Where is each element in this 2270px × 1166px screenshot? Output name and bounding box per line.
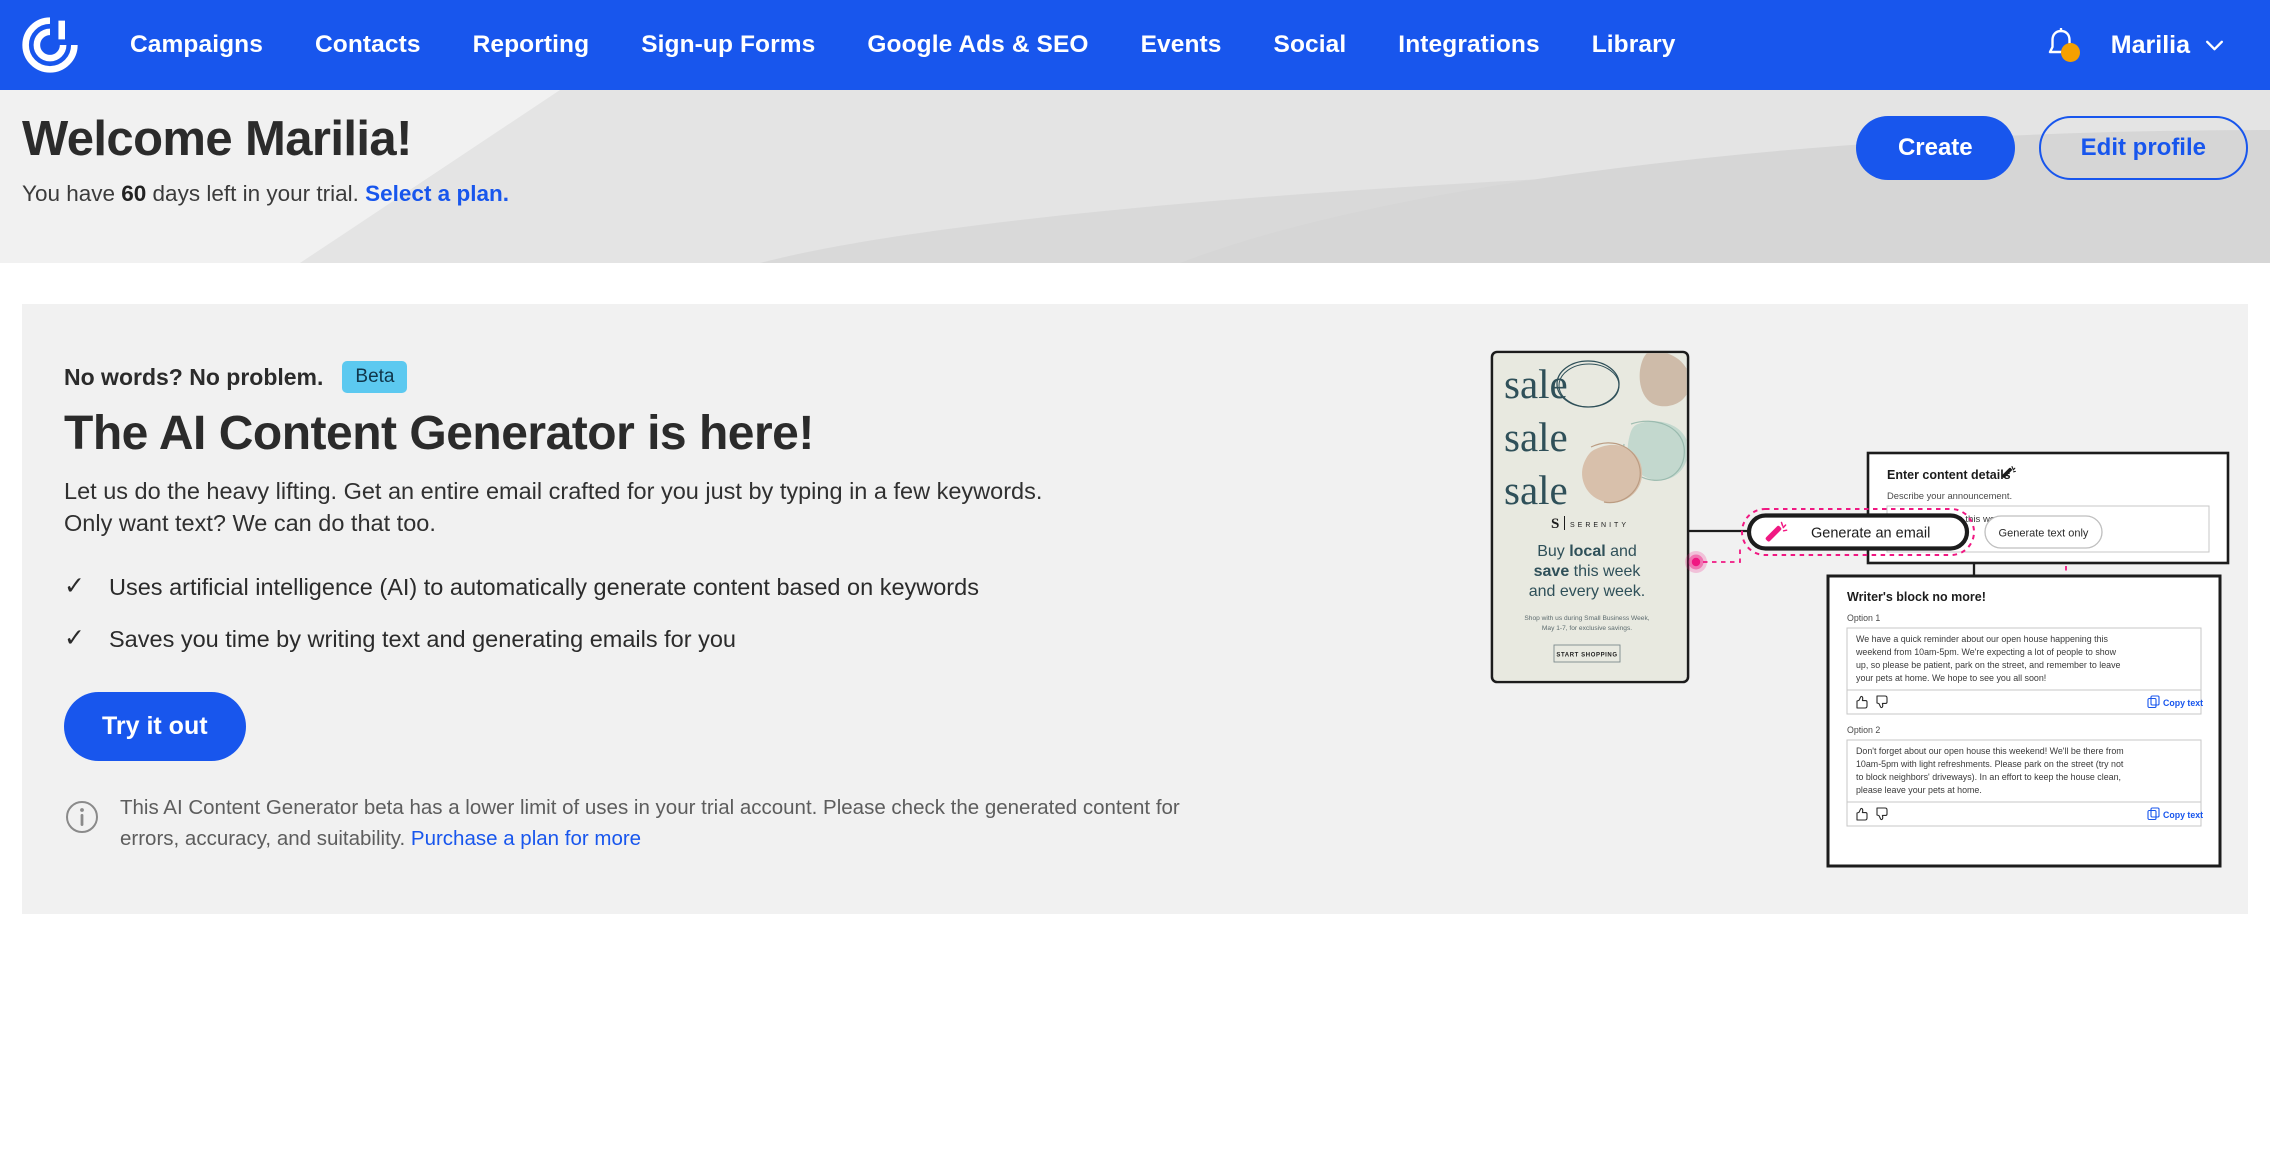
nav-item-integrations[interactable]: Integrations bbox=[1372, 0, 1565, 90]
nav-right-group: Marilia bbox=[2041, 22, 2242, 68]
ai-content-generator-promo-card: No words? No problem. Beta The AI Conten… bbox=[22, 304, 2248, 915]
edit-profile-button[interactable]: Edit profile bbox=[2038, 116, 2248, 180]
promo-headline: The AI Content Generator is here! bbox=[64, 407, 814, 460]
nav-links: Campaigns Contacts Reporting Sign-up For… bbox=[104, 0, 1701, 90]
notifications-button[interactable] bbox=[2041, 22, 2081, 68]
svg-text:Shop with us during Small Busi: Shop with us during Small Business Week, bbox=[1524, 615, 1649, 622]
nav-item-events[interactable]: Events bbox=[1115, 0, 1248, 90]
benefit-text: Uses artificial intelligence (AI) to aut… bbox=[109, 574, 979, 601]
notification-dot bbox=[2060, 43, 2080, 62]
user-menu[interactable]: Marilia bbox=[2111, 31, 2224, 60]
svg-text:sale: sale bbox=[1504, 361, 1568, 407]
nav-item-contacts[interactable]: Contacts bbox=[289, 0, 447, 90]
promo-description: Let us do the heavy lifting. Get an enti… bbox=[64, 478, 1043, 536]
promo-eyebrow: No words? No problem. bbox=[64, 363, 324, 390]
promo-benefits-list: ✓ Uses artificial intelligence (AI) to a… bbox=[64, 573, 1452, 652]
svg-text:START SHOPPING: START SHOPPING bbox=[1556, 653, 1617, 659]
welcome-banner: Welcome Marilia! You have 60 days left i… bbox=[0, 90, 2270, 263]
nav-item-library[interactable]: Library bbox=[1566, 0, 1702, 90]
option-2-label: Option 2 bbox=[1847, 725, 1880, 735]
generate-text-only-button[interactable]: Generate text only bbox=[1984, 515, 2103, 549]
promo-illustration-column: sale sale sale S SERENITY Buy local and … bbox=[1452, 350, 2248, 868]
copy-text-label-2: Copy text bbox=[2163, 810, 2203, 820]
banner-action-buttons: Create Edit profile bbox=[1855, 90, 2248, 180]
promo-eyebrow-row: No words? No problem. Beta bbox=[64, 361, 1452, 393]
disclaimer-body: This AI Content Generator beta has a low… bbox=[120, 795, 1180, 850]
chevron-down-icon bbox=[2205, 40, 2224, 50]
svg-text:Describe your announcement.: Describe your announcement. bbox=[1887, 490, 2012, 501]
list-item: ✓ Uses artificial intelligence (AI) to a… bbox=[64, 573, 1452, 601]
nav-item-campaigns[interactable]: Campaigns bbox=[104, 0, 289, 90]
svg-text:S: S bbox=[1551, 516, 1559, 532]
option-1-label: Option 1 bbox=[1847, 613, 1880, 623]
svg-text:and every week.: and every week. bbox=[1529, 583, 1646, 600]
generate-an-email-button[interactable]: Generate an email bbox=[1741, 508, 1975, 556]
nav-item-signup-forms[interactable]: Sign-up Forms bbox=[615, 0, 841, 90]
disclaimer-text: This AI Content Generator beta has a low… bbox=[120, 793, 1194, 855]
svg-text:Generate text only: Generate text only bbox=[1999, 528, 2089, 540]
svg-text:SERENITY: SERENITY bbox=[1570, 522, 1629, 529]
page-body: No words? No problem. Beta The AI Conten… bbox=[0, 263, 2270, 915]
benefit-text: Saves you time by writing text and gener… bbox=[109, 625, 736, 652]
trial-days-count: 60 bbox=[121, 180, 147, 206]
trial-suffix: days left in your trial. bbox=[146, 180, 366, 206]
svg-text:May 1-7, for exclusive savings: May 1-7, for exclusive savings. bbox=[1542, 625, 1632, 632]
promo-disclaimer: This AI Content Generator beta has a low… bbox=[64, 793, 1194, 855]
svg-text:save this week: save this week bbox=[1534, 563, 1642, 580]
welcome-text-group: Welcome Marilia! You have 60 days left i… bbox=[22, 90, 509, 207]
svg-text:Enter content details: Enter content details bbox=[1887, 468, 2011, 482]
list-item: ✓ Saves you time by writing text and gen… bbox=[64, 623, 1452, 653]
check-icon: ✓ bbox=[64, 572, 85, 601]
hotspot-dot bbox=[1685, 551, 1707, 573]
beta-badge: Beta bbox=[342, 361, 408, 393]
select-a-plan-link[interactable]: Select a plan. bbox=[365, 181, 509, 206]
copy-text-label-1: Copy text bbox=[2163, 698, 2203, 708]
trial-status-text: You have 60 days left in your trial. Sel… bbox=[22, 180, 509, 207]
check-icon: ✓ bbox=[64, 623, 85, 652]
svg-text:sale: sale bbox=[1504, 414, 1568, 460]
top-navigation-bar: Campaigns Contacts Reporting Sign-up For… bbox=[0, 0, 2270, 90]
nav-item-social[interactable]: Social bbox=[1248, 0, 1373, 90]
user-name-label: Marilia bbox=[2110, 30, 2190, 59]
svg-text:Buy local and: Buy local and bbox=[1537, 543, 1637, 560]
constant-contact-logo[interactable] bbox=[18, 13, 82, 77]
create-button[interactable]: Create bbox=[1855, 116, 2015, 180]
page-title: Welcome Marilia! bbox=[22, 112, 412, 166]
promo-text-column: No words? No problem. Beta The AI Conten… bbox=[22, 361, 1452, 854]
email-poster-preview: sale sale sale S SERENITY Buy local and … bbox=[1490, 350, 1690, 684]
svg-text:sale: sale bbox=[1504, 467, 1568, 513]
nav-item-google-ads-seo[interactable]: Google Ads & SEO bbox=[841, 0, 1114, 90]
nav-item-reporting[interactable]: Reporting bbox=[447, 0, 616, 90]
svg-text:Generate an email: Generate an email bbox=[1811, 526, 1930, 542]
purchase-plan-link[interactable]: Purchase a plan for more bbox=[411, 827, 641, 850]
info-circle-icon bbox=[66, 800, 98, 833]
ai-generator-illustration: sale sale sale S SERENITY Buy local and … bbox=[1490, 350, 2230, 868]
svg-text:Writer's block no more!: Writer's block no more! bbox=[1847, 590, 1986, 604]
trial-prefix: You have bbox=[22, 180, 122, 206]
try-it-out-button[interactable]: Try it out bbox=[64, 691, 246, 761]
writers-block-results-panel: Writer's block no more! Option 1 We have… bbox=[1826, 574, 2222, 868]
